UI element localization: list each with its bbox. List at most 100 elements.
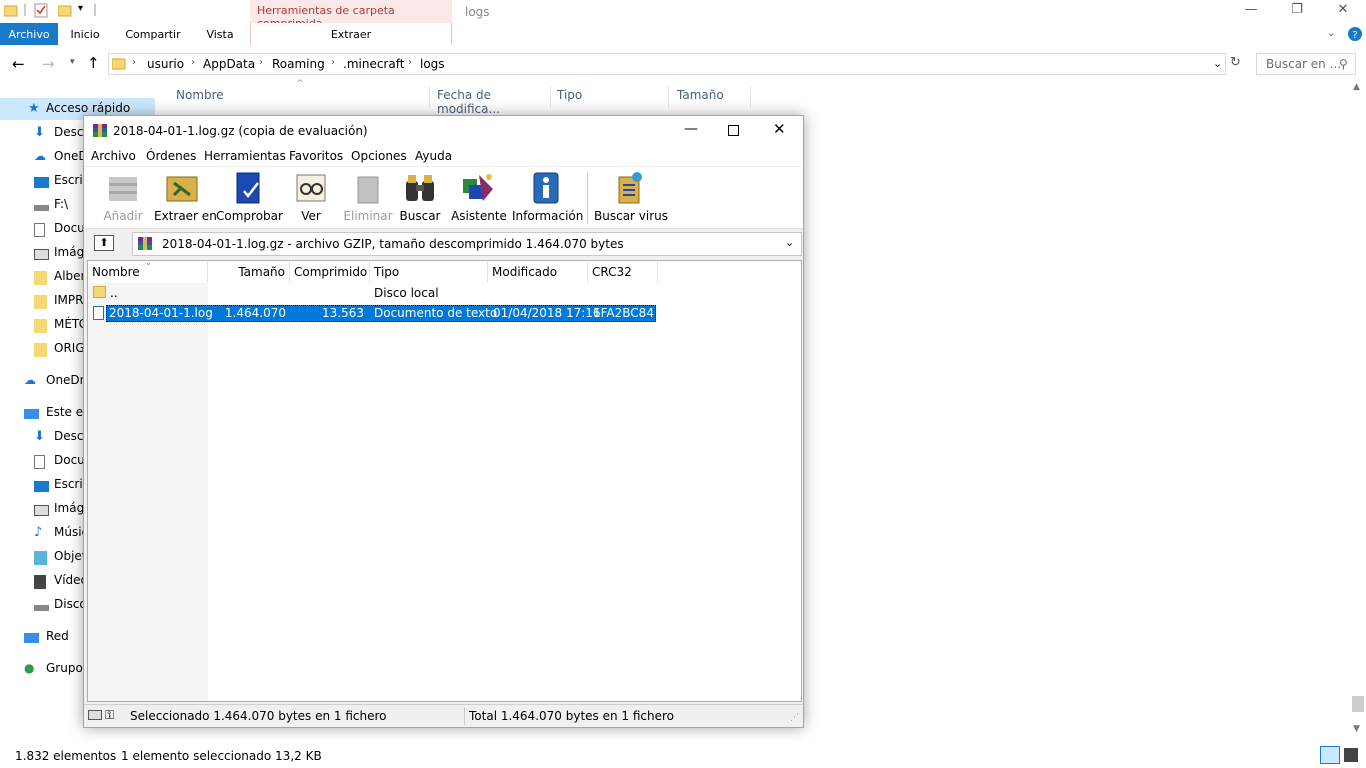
nav-item-pc-videos[interactable]: Vídeo [34, 573, 88, 593]
cloud-icon: ☁ [24, 373, 36, 387]
nav-item-homegroup[interactable]: ● Grupo [24, 661, 83, 681]
breadcrumb-minecraft[interactable]: .minecraft [343, 57, 404, 71]
delete-button[interactable]: Eliminar [342, 169, 394, 227]
address-bar[interactable]: › usurio › AppData › Roaming › .minecraf… [108, 53, 1226, 75]
test-button[interactable]: Comprobar [216, 169, 283, 227]
extract-button[interactable]: Extraer en [154, 169, 217, 227]
tab-vista[interactable]: Vista [198, 23, 242, 45]
folder-icon [93, 286, 106, 298]
status-total: Total 1.464.070 bytes en 1 fichero [469, 709, 675, 723]
nav-item-pc-disk[interactable]: Disco [34, 597, 87, 617]
column-header-size[interactable]: Tamaño [671, 86, 751, 108]
nav-item-drive-f[interactable]: F:\ [34, 197, 68, 217]
help-icon[interactable]: ? [1348, 27, 1362, 41]
menu-opciones[interactable]: Opciones [351, 149, 407, 163]
column-header-date[interactable]: Fecha de modifica... [431, 86, 551, 116]
drive-icon [34, 605, 49, 611]
info-button[interactable]: Información [512, 169, 583, 227]
desktop-icon [34, 177, 49, 188]
up-folder-icon[interactable]: ⬆ [94, 235, 114, 251]
nav-item-onedrive-root[interactable]: ☁ OneDri [24, 373, 88, 393]
folder-icon [34, 343, 47, 357]
rar-column-modified[interactable]: Modificado [488, 261, 588, 283]
sort-indicator-icon: ⌄ [145, 258, 152, 267]
nav-item-pc-music[interactable]: ♪ Músic [34, 525, 88, 545]
refresh-icon[interactable]: ↻ [1230, 55, 1241, 70]
nav-item-pc-objects[interactable]: Objet [34, 549, 86, 569]
nav-item-pc-documents[interactable]: Docu [34, 453, 85, 473]
breadcrumb-appdata[interactable]: AppData [203, 57, 255, 71]
path-dropdown-icon[interactable]: ⌄ [785, 236, 794, 249]
tab-extraer[interactable]: Extraer [250, 23, 452, 45]
rar-maximize-button[interactable] [728, 125, 739, 136]
nav-item-pc-pictures[interactable]: Imág [34, 501, 84, 521]
wizard-button[interactable]: Asistente [451, 169, 507, 227]
download-icon: ⬇ [34, 429, 45, 444]
rar-column-packed[interactable]: Comprimido [290, 261, 370, 283]
nav-item-folder-origi[interactable]: ORIGI [34, 341, 88, 361]
add-button[interactable]: Añadir [98, 169, 148, 227]
breadcrumb-usurio[interactable]: usurio [147, 57, 184, 71]
properties-icon[interactable] [34, 3, 48, 18]
context-tab-header: Herramientas de carpeta comprimida [250, 0, 452, 30]
search-icon: ⚲ [1339, 57, 1348, 71]
winrar-window: 2018-04-01-1.log.gz (copia de evaluación… [83, 115, 804, 728]
rar-column-size[interactable]: Tamaño [208, 261, 290, 283]
large-icons-view-icon[interactable] [1344, 748, 1358, 762]
rar-close-button[interactable]: ✕ [773, 120, 786, 138]
address-dropdown-icon[interactable]: ⌄ [1213, 57, 1222, 70]
restore-button[interactable]: ❐ [1274, 2, 1320, 22]
scroll-down-icon[interactable]: ▼ [1353, 724, 1360, 734]
nav-item-network[interactable]: Red [24, 629, 69, 649]
scroll-up-icon[interactable]: ▲ [1353, 82, 1360, 92]
details-view-icon[interactable] [1320, 746, 1340, 764]
up-arrow-icon[interactable]: ↑ [87, 54, 100, 72]
scroll-thumb[interactable] [1352, 696, 1364, 712]
rar-minimize-button[interactable]: — [684, 121, 698, 137]
menu-archivo[interactable]: Archivo [91, 149, 136, 163]
breadcrumb-roaming[interactable]: Roaming [272, 57, 325, 71]
qat-dropdown-icon[interactable]: ▾ [78, 3, 83, 14]
vertical-scrollbar[interactable]: ▲ ▼ [1350, 80, 1366, 740]
tab-archivo[interactable]: Archivo [0, 23, 58, 45]
new-folder-icon[interactable] [58, 4, 72, 18]
rar-column-type[interactable]: Tipo [370, 261, 488, 283]
menu-herramientas[interactable]: Herramientas [204, 149, 286, 163]
column-header-name[interactable]: Nombre [170, 86, 430, 108]
menu-favoritos[interactable]: Favoritos [289, 149, 343, 163]
drive-icon [88, 710, 102, 720]
breadcrumb-logs[interactable]: logs [420, 57, 445, 71]
delete-icon [357, 176, 379, 204]
resize-grip-icon[interactable]: ⋰ [790, 713, 799, 723]
forward-arrow-icon[interactable]: → [42, 55, 55, 73]
status-selected: Seleccionado 1.464.070 bytes en 1 ficher… [130, 709, 387, 723]
menu-ordenes[interactable]: Órdenes [146, 149, 196, 163]
nav-item-desktop[interactable]: Escrit [34, 173, 87, 193]
nav-item-documents[interactable]: Docu [34, 221, 85, 241]
nav-item-pictures[interactable]: Imág [34, 245, 84, 265]
close-button[interactable]: ✕ [1320, 2, 1366, 22]
menu-ayuda[interactable]: Ayuda [415, 149, 452, 163]
nav-item-onedrive[interactable]: ☁ OneD [34, 149, 88, 169]
find-button[interactable]: Buscar [398, 169, 442, 227]
virus-scan-button[interactable]: Buscar virus [594, 169, 668, 227]
nav-item-folder-impr[interactable]: IMPR [34, 293, 83, 313]
column-header-type[interactable]: Tipo [551, 86, 669, 108]
nav-item-this-pc[interactable]: Este eq [24, 405, 91, 425]
folder-icon[interactable] [4, 4, 18, 18]
archive-path-field[interactable]: 2018-04-01-1.log.gz - archivo GZIP, tama… [132, 232, 802, 256]
ribbon-expand-icon[interactable]: ⌄ [1327, 28, 1335, 39]
tab-inicio[interactable]: Inicio [62, 23, 108, 45]
nav-item-folder-alber[interactable]: Alber [34, 269, 85, 289]
minimize-button[interactable]: — [1228, 2, 1274, 22]
nav-item-folder-metc[interactable]: MÉTC [34, 317, 87, 337]
rar-column-crc[interactable]: CRC32 [588, 261, 658, 283]
winrar-status-bar: ⚿ Seleccionado 1.464.070 bytes en 1 fich… [84, 704, 803, 727]
back-arrow-icon[interactable]: ← [12, 55, 25, 73]
wizard-icon [463, 174, 493, 201]
nav-item-pc-desktop[interactable]: Escrit [34, 477, 87, 497]
recent-locations-icon[interactable]: ▾ [70, 57, 75, 67]
tab-compartir[interactable]: Compartir [122, 23, 184, 45]
search-input[interactable]: Buscar en ... ⚲ [1256, 53, 1356, 75]
view-button[interactable]: Ver [289, 169, 333, 227]
